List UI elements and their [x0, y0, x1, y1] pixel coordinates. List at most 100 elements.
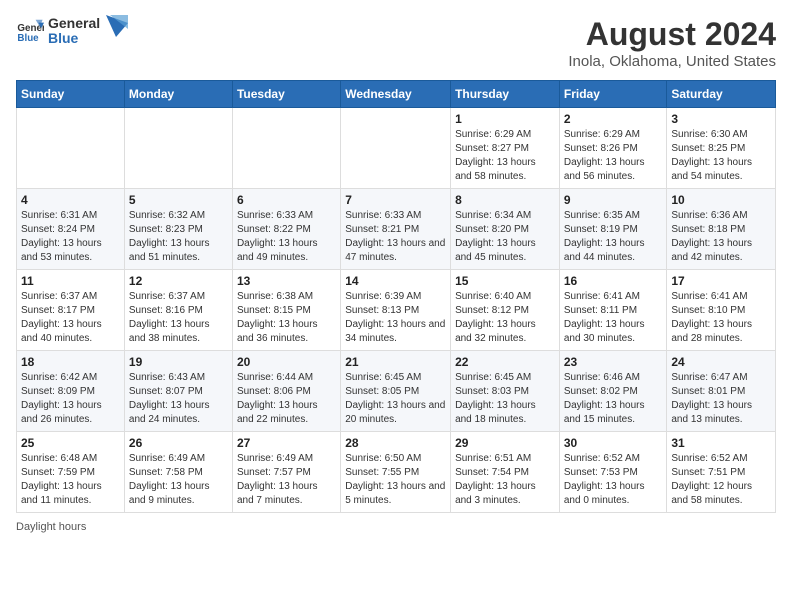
day-info: Sunrise: 6:43 AM Sunset: 8:07 PM Dayligh… — [129, 371, 228, 427]
day-number: 26 — [129, 436, 228, 450]
calendar-cell — [341, 108, 451, 189]
page-header: General Blue General Blue August 2024 In… — [16, 16, 776, 70]
day-info: Sunrise: 6:40 AM Sunset: 8:12 PM Dayligh… — [455, 290, 555, 346]
day-info: Sunrise: 6:51 AM Sunset: 7:54 PM Dayligh… — [455, 452, 555, 508]
day-number: 3 — [671, 112, 771, 126]
day-number: 9 — [564, 193, 663, 207]
calendar-cell: 15 Sunrise: 6:40 AM Sunset: 8:12 PM Dayli… — [451, 270, 560, 351]
day-info: Sunrise: 6:33 AM Sunset: 8:21 PM Dayligh… — [345, 209, 446, 265]
header-cell: Saturday — [667, 81, 776, 108]
calendar-cell: 10Sunrise: 6:36 AM Sunset: 8:18 PM Dayli… — [667, 189, 776, 270]
calendar-week-row: 4 Sunrise: 6:31 AM Sunset: 8:24 PM Daylig… — [17, 189, 776, 270]
day-number: 30 — [564, 436, 663, 450]
calendar-cell: 14 Sunrise: 6:39 AM Sunset: 8:13 PM Dayli… — [341, 270, 451, 351]
calendar-cell — [232, 108, 340, 189]
calendar-table: SundayMondayTuesdayWednesdayThursdayFrid… — [16, 80, 776, 513]
calendar-cell — [124, 108, 232, 189]
calendar-cell: 24Sunrise: 6:47 AM Sunset: 8:01 PM Dayli… — [667, 351, 776, 432]
day-info: Sunrise: 6:46 AM Sunset: 8:02 PM Dayligh… — [564, 371, 663, 427]
day-info: Sunrise: 6:52 AM Sunset: 7:51 PM Dayligh… — [671, 452, 771, 508]
day-number: 18 — [21, 355, 120, 369]
svg-text:Blue: Blue — [17, 33, 39, 44]
day-info: Sunrise: 6:35 AM Sunset: 8:19 PM Dayligh… — [564, 209, 663, 265]
day-info: Sunrise: 6:37 AM Sunset: 8:16 PM Dayligh… — [129, 290, 228, 346]
day-info: Sunrise: 6:47 AM Sunset: 8:01 PM Dayligh… — [671, 371, 771, 427]
day-number: 6 — [237, 193, 336, 207]
day-info: Sunrise: 6:48 AM Sunset: 7:59 PM Dayligh… — [21, 452, 120, 508]
calendar-subtitle: Inola, Oklahoma, United States — [568, 53, 776, 70]
calendar-cell: 11 Sunrise: 6:37 AM Sunset: 8:17 PM Dayli… — [17, 270, 125, 351]
day-info: Sunrise: 6:45 AM Sunset: 8:05 PM Dayligh… — [345, 371, 446, 427]
day-number: 11 — [21, 274, 120, 288]
day-number: 28 — [345, 436, 446, 450]
calendar-cell: 1Sunrise: 6:29 AM Sunset: 8:27 PM Daylig… — [451, 108, 560, 189]
day-info: Sunrise: 6:32 AM Sunset: 8:23 PM Dayligh… — [129, 209, 228, 265]
day-number: 15 — [455, 274, 555, 288]
day-info: Sunrise: 6:41 AM Sunset: 8:11 PM Dayligh… — [564, 290, 663, 346]
logo-icon: General Blue — [16, 17, 44, 45]
day-info: Sunrise: 6:49 AM Sunset: 7:58 PM Dayligh… — [129, 452, 228, 508]
calendar-cell: 2Sunrise: 6:29 AM Sunset: 8:26 PM Daylig… — [559, 108, 667, 189]
day-number: 16 — [564, 274, 663, 288]
header-row: SundayMondayTuesdayWednesdayThursdayFrid… — [17, 81, 776, 108]
calendar-cell: 12Sunrise: 6:37 AM Sunset: 8:16 PM Dayli… — [124, 270, 232, 351]
calendar-cell: 21 Sunrise: 6:45 AM Sunset: 8:05 PM Dayli… — [341, 351, 451, 432]
day-number: 10 — [671, 193, 771, 207]
calendar-week-row: 11 Sunrise: 6:37 AM Sunset: 8:17 PM Dayli… — [17, 270, 776, 351]
day-info: Sunrise: 6:44 AM Sunset: 8:06 PM Dayligh… — [237, 371, 336, 427]
calendar-cell: 27Sunrise: 6:49 AM Sunset: 7:57 PM Dayli… — [232, 432, 340, 513]
calendar-body: 1Sunrise: 6:29 AM Sunset: 8:27 PM Daylig… — [17, 108, 776, 513]
day-info: Sunrise: 6:37 AM Sunset: 8:17 PM Dayligh… — [21, 290, 120, 346]
calendar-cell: 7 Sunrise: 6:33 AM Sunset: 8:21 PM Daylig… — [341, 189, 451, 270]
day-info: Sunrise: 6:39 AM Sunset: 8:13 PM Dayligh… — [345, 290, 446, 346]
calendar-cell: 25Sunrise: 6:48 AM Sunset: 7:59 PM Dayli… — [17, 432, 125, 513]
calendar-title: August 2024 — [568, 16, 776, 53]
day-number: 29 — [455, 436, 555, 450]
calendar-week-row: 1Sunrise: 6:29 AM Sunset: 8:27 PM Daylig… — [17, 108, 776, 189]
calendar-cell: 5Sunrise: 6:32 AM Sunset: 8:23 PM Daylig… — [124, 189, 232, 270]
day-number: 19 — [129, 355, 228, 369]
header-cell: Tuesday — [232, 81, 340, 108]
calendar-cell: 6 Sunrise: 6:33 AM Sunset: 8:22 PM Daylig… — [232, 189, 340, 270]
day-number: 14 — [345, 274, 446, 288]
day-number: 23 — [564, 355, 663, 369]
calendar-cell: 29 Sunrise: 6:51 AM Sunset: 7:54 PM Dayli… — [451, 432, 560, 513]
calendar-cell: 23 Sunrise: 6:46 AM Sunset: 8:02 PM Dayli… — [559, 351, 667, 432]
day-number: 1 — [455, 112, 555, 126]
header-cell: Monday — [124, 81, 232, 108]
logo-line2: Blue — [48, 31, 100, 46]
day-number: 7 — [345, 193, 446, 207]
calendar-cell: 13Sunrise: 6:38 AM Sunset: 8:15 PM Dayli… — [232, 270, 340, 351]
day-info: Sunrise: 6:45 AM Sunset: 8:03 PM Dayligh… — [455, 371, 555, 427]
day-info: Sunrise: 6:33 AM Sunset: 8:22 PM Dayligh… — [237, 209, 336, 265]
footer: Daylight hours — [16, 521, 776, 533]
header-cell: Sunday — [17, 81, 125, 108]
header-cell: Thursday — [451, 81, 560, 108]
logo-line1: General — [48, 16, 100, 31]
calendar-cell: 28Sunrise: 6:50 AM Sunset: 7:55 PM Dayli… — [341, 432, 451, 513]
calendar-cell: 17Sunrise: 6:41 AM Sunset: 8:10 PM Dayli… — [667, 270, 776, 351]
calendar-cell: 3Sunrise: 6:30 AM Sunset: 8:25 PM Daylig… — [667, 108, 776, 189]
day-number: 4 — [21, 193, 120, 207]
logo: General Blue General Blue — [16, 16, 128, 47]
calendar-cell: 19 Sunrise: 6:43 AM Sunset: 8:07 PM Dayli… — [124, 351, 232, 432]
calendar-week-row: 25Sunrise: 6:48 AM Sunset: 7:59 PM Dayli… — [17, 432, 776, 513]
day-info: Sunrise: 6:31 AM Sunset: 8:24 PM Dayligh… — [21, 209, 120, 265]
day-info: Sunrise: 6:29 AM Sunset: 8:26 PM Dayligh… — [564, 128, 663, 184]
calendar-cell: 31 Sunrise: 6:52 AM Sunset: 7:51 PM Dayli… — [667, 432, 776, 513]
calendar-week-row: 18 Sunrise: 6:42 AM Sunset: 8:09 PM Dayli… — [17, 351, 776, 432]
calendar-header: SundayMondayTuesdayWednesdayThursdayFrid… — [17, 81, 776, 108]
day-info: Sunrise: 6:49 AM Sunset: 7:57 PM Dayligh… — [237, 452, 336, 508]
header-cell: Friday — [559, 81, 667, 108]
day-info: Sunrise: 6:42 AM Sunset: 8:09 PM Dayligh… — [21, 371, 120, 427]
calendar-title-block: August 2024 Inola, Oklahoma, United Stat… — [568, 16, 776, 70]
day-number: 20 — [237, 355, 336, 369]
calendar-cell — [17, 108, 125, 189]
day-info: Sunrise: 6:34 AM Sunset: 8:20 PM Dayligh… — [455, 209, 555, 265]
calendar-cell: 16 Sunrise: 6:41 AM Sunset: 8:11 PM Dayli… — [559, 270, 667, 351]
day-number: 31 — [671, 436, 771, 450]
logo-arrow-icon — [106, 15, 128, 37]
day-info: Sunrise: 6:52 AM Sunset: 7:53 PM Dayligh… — [564, 452, 663, 508]
day-number: 21 — [345, 355, 446, 369]
calendar-cell: 4 Sunrise: 6:31 AM Sunset: 8:24 PM Daylig… — [17, 189, 125, 270]
